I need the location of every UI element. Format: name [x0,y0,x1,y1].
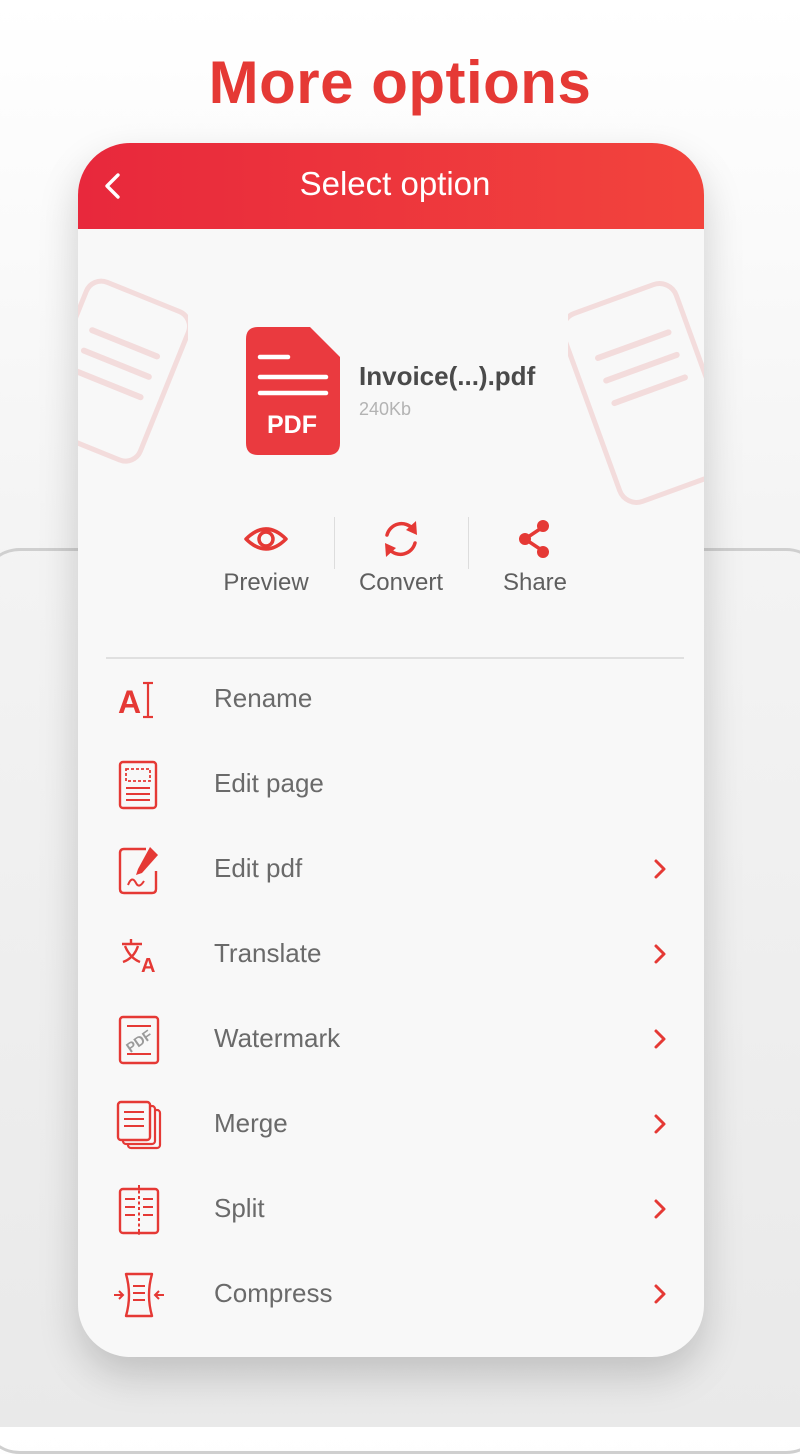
menu-item-translate[interactable]: A Translate [78,912,704,997]
menu-item-label: Merge [214,1108,288,1138]
pdf-icon-text: PDF [267,411,317,439]
menu-item-edit-page[interactable]: Edit page [78,742,704,827]
watermark-icon: PDF [118,1015,160,1065]
rename-icon: A [118,681,153,720]
menu-item-split[interactable]: Split [78,1167,704,1252]
svg-text:A: A [141,955,155,977]
menu-item-watermark[interactable]: PDF Watermark [78,997,704,1082]
pdf-file-icon: PDF [246,327,340,455]
convert-label: Convert [358,569,444,596]
preview-label: Preview [223,569,309,596]
refresh-icon [385,521,417,557]
svg-text:A: A [118,684,141,720]
chevron-right-icon [654,944,666,964]
chevron-right-icon [654,1029,666,1049]
share-icon [519,520,549,558]
menu-item-label: Watermark [214,1023,341,1053]
chevron-right-icon [654,1114,666,1134]
action-divider [334,517,335,569]
chevron-right-icon [654,1199,666,1219]
app-bar: Select option [78,143,704,229]
menu-item-label: Edit pdf [214,853,303,883]
translate-icon: A [122,939,155,977]
file-size: 240Kb [359,399,412,419]
menu-item-label: Split [214,1193,265,1223]
menu-item-rename[interactable]: A Rename [78,657,704,742]
svg-text:PDF: PDF [123,1026,155,1055]
action-divider [468,517,469,569]
menu-item-label: Translate [214,938,322,968]
share-label: Share [502,569,568,596]
convert-button[interactable]: Convert [341,517,461,597]
menu-item-label: Compress [214,1278,333,1308]
document-decoration-icon [568,281,704,505]
chevron-right-icon [654,859,666,879]
preview-button[interactable]: Preview [206,517,326,597]
page-headline: More options [208,49,592,116]
menu-item-label: Rename [214,683,313,713]
edit-page-icon [118,760,158,810]
split-icon [118,1185,160,1235]
compress-icon [114,1272,164,1318]
menu-item-label: Edit page [214,768,324,798]
app-bar-title: Select option [299,165,491,202]
eye-icon [244,527,288,551]
menu-item-edit-pdf[interactable]: Edit pdf [78,827,704,912]
menu-item-compress[interactable]: Compress [78,1252,704,1337]
edit-pdf-icon [118,847,158,895]
file-name: Invoice(...).pdf [359,361,536,391]
merge-icon [116,1100,162,1150]
chevron-right-icon [654,1284,666,1304]
share-button[interactable]: Share [475,517,595,597]
phone-screen: Select option PDF Invoice(...).pdf 240Kb [78,143,704,1357]
document-decoration-icon [78,278,188,464]
menu-item-merge[interactable]: Merge [78,1082,704,1167]
